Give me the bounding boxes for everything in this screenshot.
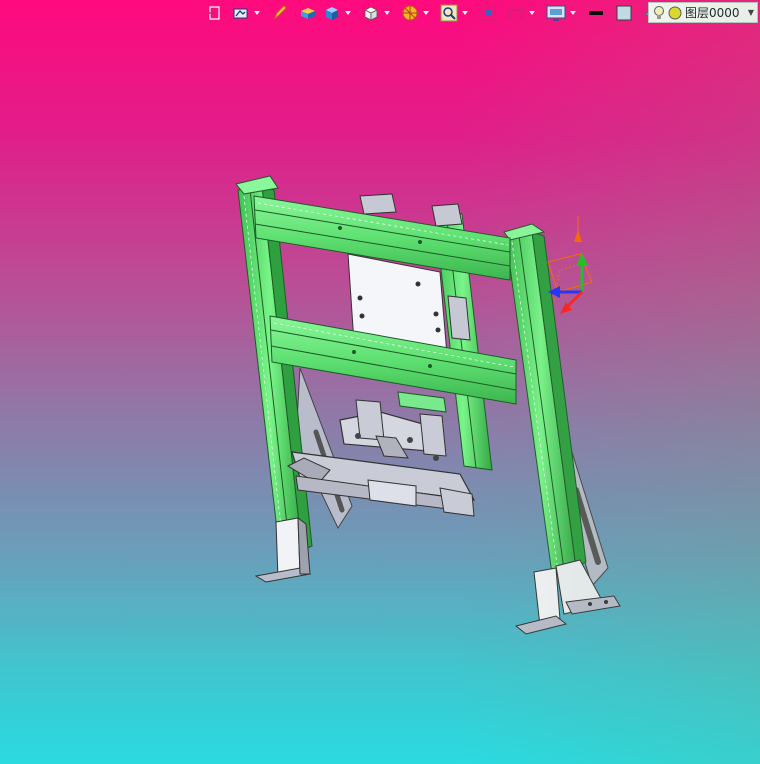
- frame-assembly-model[interactable]: [0, 0, 760, 764]
- coordinate-triad: [547, 216, 593, 314]
- 3d-viewport[interactable]: 图层0000 ▼: [0, 0, 760, 764]
- left-foot: [254, 516, 312, 583]
